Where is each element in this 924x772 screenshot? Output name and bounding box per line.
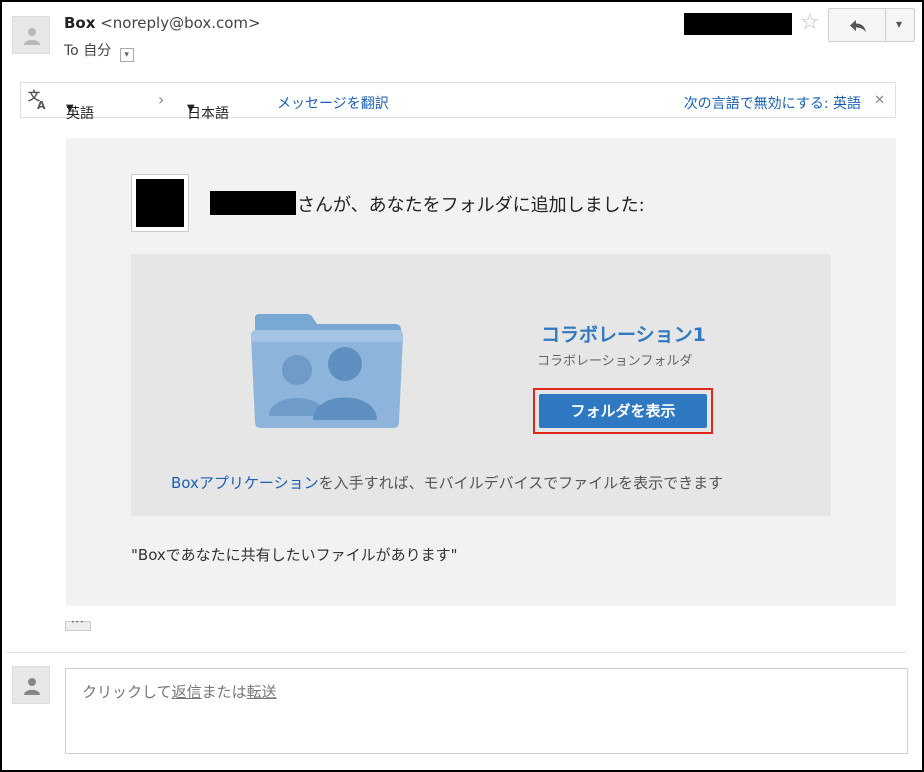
arrow-right-icon: ›: [158, 90, 165, 109]
folder-type-label: コラボレーションフォルダ: [537, 354, 693, 369]
folder-card: コラボレーション1 コラボレーションフォルダ フォルダを表示 Boxアプリケーシ…: [131, 254, 831, 516]
reply-button[interactable]: [828, 8, 886, 42]
recipient-line: To 自分 ▾: [64, 40, 134, 62]
app-promo: Boxアプリケーションを入手すれば、モバイルデバイスでファイルを表示できます: [171, 472, 723, 493]
view-folder-button[interactable]: フォルダを表示: [539, 394, 707, 428]
person-icon: [24, 28, 40, 45]
chevron-down-icon: ▾: [896, 17, 903, 31]
chevron-down-icon: ▾: [124, 50, 129, 60]
sender-avatar: [12, 16, 50, 54]
divider: [6, 652, 906, 653]
reply-prompt: クリックして返信または転送: [82, 681, 277, 702]
close-icon[interactable]: ✕: [874, 93, 885, 108]
show-trimmed-button[interactable]: •••: [65, 619, 91, 631]
reply-link[interactable]: 返信: [172, 683, 202, 701]
svg-text:A: A: [37, 99, 46, 111]
redacted-date: [684, 13, 792, 35]
email-window: Box <noreply@box.com> To 自分 ▾ ☆ ▾ 文 A 英語…: [0, 0, 924, 772]
redacted-avatar-image: [136, 179, 184, 227]
folder-name-link[interactable]: コラボレーション1: [541, 320, 706, 347]
sender-line: Box <noreply@box.com>: [64, 14, 261, 32]
forward-link[interactable]: 転送: [247, 683, 277, 701]
share-message: "Boxであなたに共有したいファイルがあります": [131, 546, 458, 564]
person-icon: [24, 678, 40, 695]
disable-translation-link[interactable]: 次の言語で無効にする: 英語: [684, 93, 885, 113]
redacted-collaborator-name: [210, 191, 296, 215]
more-button[interactable]: ▾: [885, 8, 915, 42]
details-toggle[interactable]: ▾: [119, 48, 134, 62]
email-body: さんが、あなたをフォルダに追加しました: コラボレーション1 コラボレーションフ…: [66, 138, 896, 606]
shared-folder-icon[interactable]: [249, 312, 405, 430]
ellipsis-icon: •••: [71, 619, 85, 626]
reply-prompt-middle: または: [201, 683, 247, 701]
reply-icon: [850, 20, 866, 32]
translate-message-link[interactable]: メッセージを翻訳: [277, 93, 389, 113]
sender-email: <noreply@box.com>: [100, 14, 261, 32]
translate-icon: 文 A: [28, 89, 46, 111]
app-promo-text: を入手すれば、モバイルデバイスでファイルを表示できます: [318, 474, 724, 492]
added-message: さんが、あなたをフォルダに追加しました:: [297, 195, 645, 216]
caret-down-icon: ▼: [66, 103, 74, 114]
caret-down-icon: ▼: [187, 103, 195, 114]
to-label: To 自分: [64, 43, 112, 59]
sender-name[interactable]: Box: [64, 14, 95, 32]
translate-bar: 文 A 英語 ▼ › 日本語 ▼ メッセージを翻訳 次の言語で無効にする: 英語…: [20, 82, 896, 122]
reply-prompt-prefix: クリックして: [82, 683, 172, 701]
my-avatar: [12, 666, 50, 704]
view-folder-highlight: フォルダを表示: [533, 388, 713, 434]
star-icon[interactable]: ☆: [800, 10, 820, 35]
box-app-link[interactable]: Boxアプリケーション: [171, 474, 319, 492]
collaborator-avatar: [131, 174, 189, 232]
reply-box[interactable]: クリックして返信または転送: [65, 668, 908, 754]
